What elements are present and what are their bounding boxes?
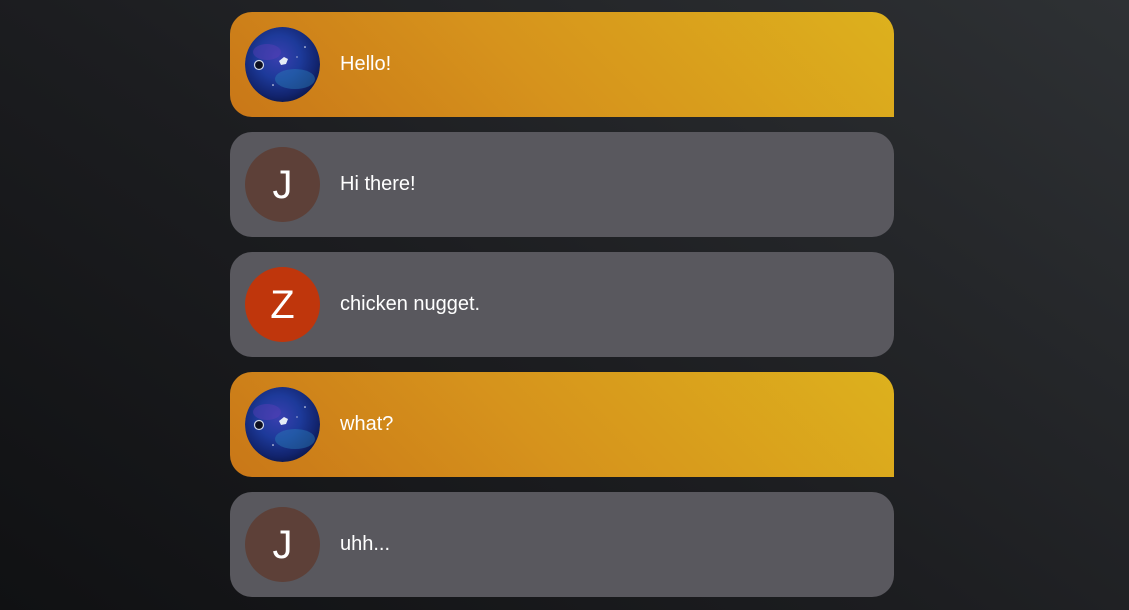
message-text: what?	[340, 413, 394, 435]
message-bubble-other: J uhh...	[230, 492, 894, 597]
space-avatar-icon[interactable]	[245, 387, 320, 462]
message-bubble-self: what?	[230, 372, 894, 477]
message-bubble-other: Z chicken nugget.	[230, 252, 894, 357]
space-avatar-icon[interactable]	[245, 27, 320, 102]
message-text: Hi there!	[340, 173, 416, 195]
message-bubble-self: Hello!	[230, 12, 894, 117]
message-bubble-other: J Hi there!	[230, 132, 894, 237]
message-text: chicken nugget.	[340, 293, 481, 315]
message-text: uhh...	[340, 533, 391, 555]
avatar-initial-j[interactable]: J	[245, 507, 320, 582]
message-text: Hello!	[340, 53, 392, 75]
chat-message-list: Hello! J Hi there! Z chicken nugget. wha…	[230, 12, 894, 610]
avatar-initial-j[interactable]: J	[245, 147, 320, 222]
avatar-initial-z[interactable]: Z	[245, 267, 320, 342]
